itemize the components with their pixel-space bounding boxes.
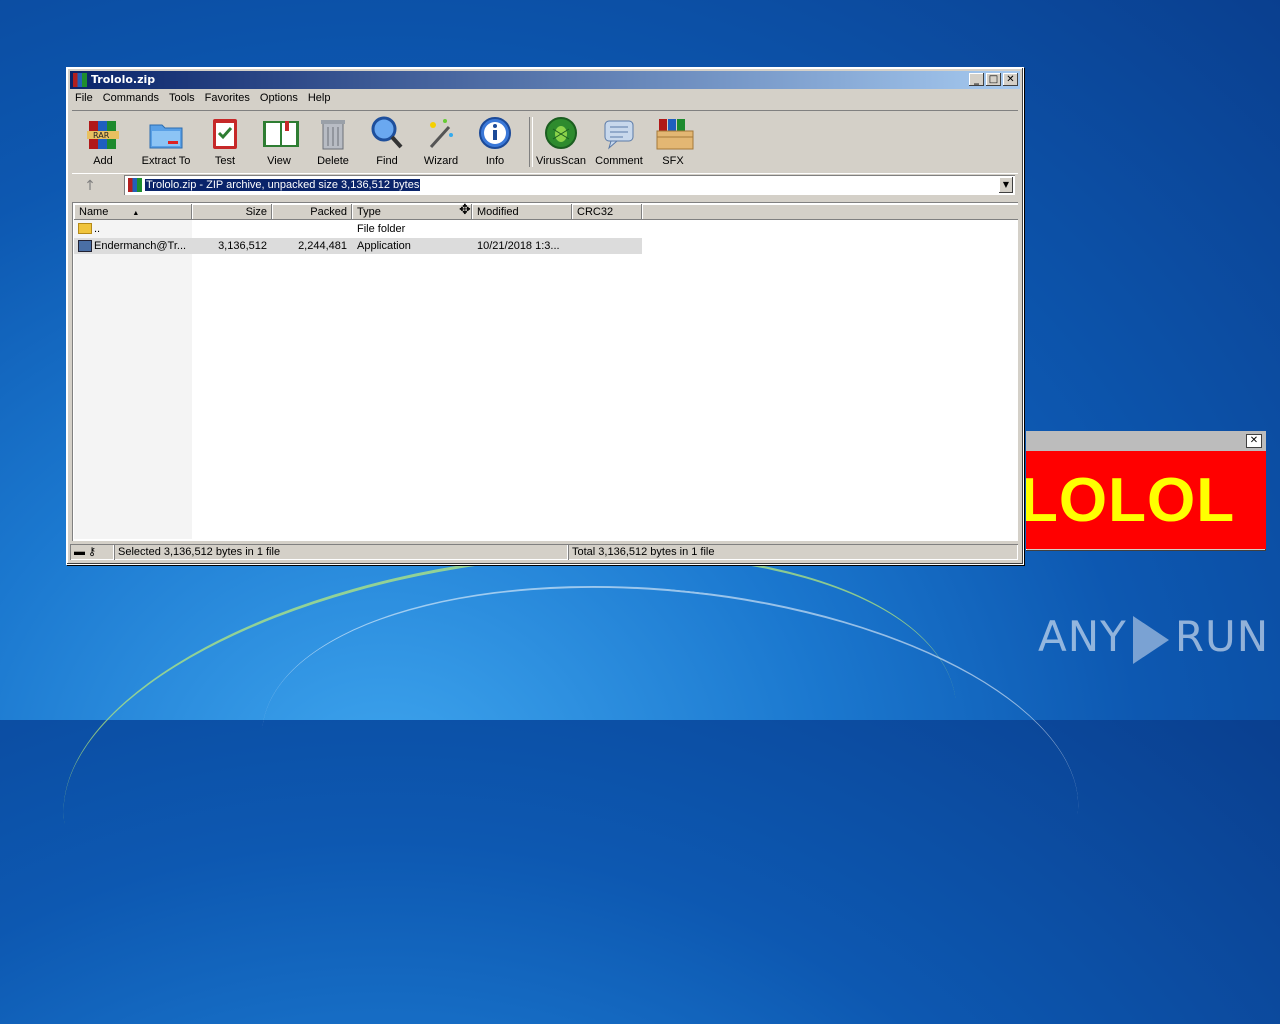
row-type: Application [357, 240, 411, 252]
row-packed: 2,244,481 [298, 240, 347, 252]
sfx-box-icon [655, 115, 694, 151]
title-bar[interactable]: Trololo.zip _ □ ✕ [70, 71, 1020, 89]
wizard-label: Wizard [423, 155, 459, 167]
winrar-app-icon [73, 73, 87, 87]
test-clipboard-icon [207, 115, 243, 151]
extract-to-label: Extract To [141, 155, 191, 167]
view-label: View [267, 155, 291, 167]
virusscan-button[interactable]: VirusScan [534, 115, 588, 167]
popup-close-button[interactable]: ✕ [1246, 434, 1262, 448]
column-header-crc32[interactable]: CRC32 [572, 204, 642, 220]
address-text: Trololo.zip - ZIP archive, unpacked size… [145, 179, 421, 191]
magnifier-icon [369, 115, 405, 151]
info-label: Info [485, 155, 505, 167]
svg-text:RAR: RAR [93, 131, 110, 140]
test-label: Test [214, 155, 236, 167]
delete-label: Delete [317, 155, 349, 167]
comment-icon [601, 115, 637, 151]
find-label: Find [376, 155, 398, 167]
extract-folder-icon [148, 115, 184, 151]
virus-scan-icon [543, 115, 579, 151]
column-header-name[interactable]: Name ▲ [74, 204, 192, 220]
status-bar: ▬ ⚷ Selected 3,136,512 bytes in 1 file T… [70, 543, 1020, 561]
minimize-button[interactable]: _ [969, 73, 984, 86]
resize-cursor-icon: ✥ [459, 202, 471, 218]
sort-ascending-icon: ▲ [132, 210, 140, 217]
archive-icon [128, 178, 142, 192]
application-icon [78, 240, 92, 252]
watermark-right: RUN [1174, 612, 1270, 661]
popup-body: LOLOL [1026, 451, 1266, 549]
add-label: Add [93, 155, 113, 167]
wizard-button[interactable]: Wizard [418, 115, 464, 167]
comment-label: Comment [595, 155, 643, 167]
close-button[interactable]: ✕ [1003, 73, 1018, 86]
sfx-button[interactable]: SFX [650, 115, 696, 167]
column-header-packed[interactable]: Packed [272, 204, 352, 220]
info-button[interactable]: Info [472, 115, 518, 167]
maximize-button[interactable]: □ [986, 73, 1001, 86]
menu-help[interactable]: Help [303, 90, 336, 104]
status-total: Total 3,136,512 bytes in 1 file [568, 544, 1018, 560]
row-name: .. [94, 223, 101, 235]
file-list: Name ▲ Size Packed Type Modified CRC32 ..… [72, 202, 1018, 541]
menu-file[interactable]: File [70, 90, 98, 104]
trash-icon [315, 115, 351, 151]
row-size: 3,136,512 [218, 240, 267, 252]
menu-options[interactable]: Options [255, 90, 303, 104]
virusscan-label: VirusScan [536, 155, 586, 167]
extract-to-button[interactable]: Extract To [134, 115, 198, 167]
menu-bar: File Commands Tools Favorites Options Help [70, 90, 1020, 108]
folder-up-icon [78, 223, 92, 234]
play-triangle-icon [1132, 615, 1169, 664]
lolol-popup-window: ✕ LOLOL [1026, 431, 1266, 551]
list-item[interactable]: Endermanch@Tr... 3,136,512 2,244,481 App… [74, 238, 642, 254]
add-archive-icon: RAR [85, 115, 121, 151]
toolbar-separator [529, 117, 533, 167]
info-icon [477, 115, 513, 151]
sorted-column-shade [74, 220, 192, 539]
comment-button[interactable]: Comment [592, 115, 646, 167]
drive-key-icon[interactable]: ▬ ⚷ [70, 544, 114, 560]
column-header-type[interactable]: Type [352, 204, 472, 220]
up-folder-button[interactable]: ↑ [75, 176, 105, 196]
status-selected: Selected 3,136,512 bytes in 1 file [114, 544, 568, 560]
toolbar: RAR Add Extract To Test View Delete Find… [72, 110, 1018, 174]
column-header-modified[interactable]: Modified [472, 204, 572, 220]
view-button[interactable]: View [254, 115, 304, 167]
test-button[interactable]: Test [202, 115, 248, 167]
anyrun-watermark: ANY RUN [1038, 612, 1269, 664]
menu-favorites[interactable]: Favorites [200, 90, 255, 104]
sfx-label: SFX [662, 155, 684, 167]
row-name: Endermanch@Tr... [94, 240, 187, 252]
watermark-left: ANY [1038, 612, 1127, 661]
view-book-icon [261, 115, 299, 151]
address-field[interactable]: Trololo.zip - ZIP archive, unpacked size… [124, 175, 1015, 195]
address-dropdown-button[interactable]: ▼ [999, 177, 1013, 193]
menu-commands[interactable]: Commands [98, 90, 164, 104]
delete-button[interactable]: Delete [310, 115, 356, 167]
column-header-size[interactable]: Size [192, 204, 272, 220]
popup-title-bar[interactable]: ✕ [1026, 431, 1266, 451]
row-modified: 10/21/2018 1:3... [477, 240, 560, 252]
wand-icon [423, 115, 459, 151]
address-bar: ↑ Trololo.zip - ZIP archive, unpacked si… [72, 174, 1018, 198]
list-item[interactable]: .. File folder [74, 221, 642, 237]
column-name-label: Name [79, 206, 109, 218]
column-header-filler [642, 204, 1018, 220]
winrar-window: Trololo.zip _ □ ✕ File Commands Tools Favor… [66, 67, 1024, 565]
find-button[interactable]: Find [364, 115, 410, 167]
menu-tools[interactable]: Tools [164, 90, 200, 104]
add-button[interactable]: RAR Add [80, 115, 126, 167]
window-title: Trololo.zip [91, 73, 156, 86]
popup-text: LOLOL [1026, 466, 1236, 535]
row-type: File folder [357, 223, 406, 235]
